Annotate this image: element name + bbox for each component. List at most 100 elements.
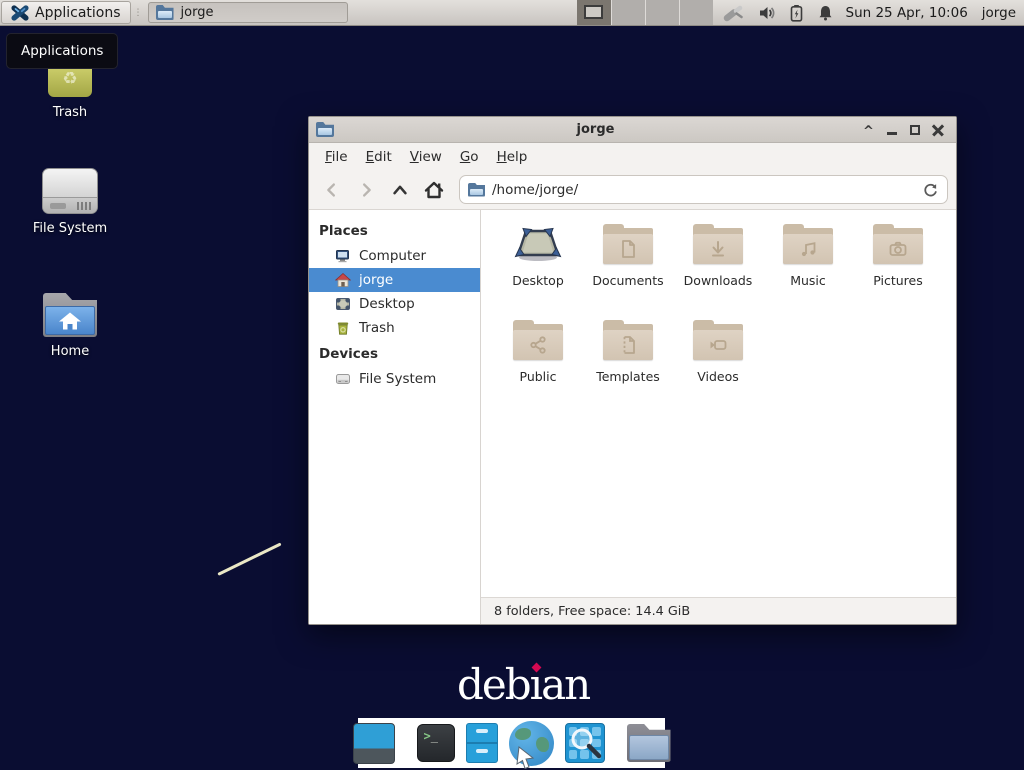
folder-item-pictures[interactable]: Pictures bbox=[853, 224, 943, 320]
dock-directory-menu-button[interactable] bbox=[627, 724, 671, 762]
workspace-window-preview bbox=[584, 5, 603, 19]
status-text: 8 folders, Free space: 14.4 GiB bbox=[494, 604, 690, 619]
back-icon bbox=[322, 180, 342, 200]
sidebar-item-label: Desktop bbox=[359, 296, 415, 312]
path-bar[interactable] bbox=[459, 175, 948, 204]
up-icon bbox=[390, 180, 410, 200]
folder-item-desktop[interactable]: Desktop bbox=[493, 224, 583, 320]
video-glyph bbox=[707, 334, 729, 356]
file-cabinet-icon bbox=[466, 723, 498, 763]
dock: >_ bbox=[358, 718, 665, 768]
computer-icon bbox=[335, 248, 351, 264]
workspace-2[interactable] bbox=[611, 0, 645, 25]
shade-button[interactable]: ^ bbox=[857, 119, 880, 141]
cursor-arrow-icon bbox=[515, 746, 537, 770]
desktop-folder-icon bbox=[513, 224, 563, 264]
sidebar-header-places: Places bbox=[309, 217, 480, 244]
dock-terminal-button[interactable]: >_ bbox=[417, 724, 455, 762]
applications-menu-button[interactable]: Applications bbox=[1, 1, 131, 24]
panel-separator-grip: ⋮ bbox=[132, 0, 144, 25]
folder-label: Music bbox=[790, 273, 826, 288]
dock-file-manager-button[interactable] bbox=[466, 723, 498, 763]
home-icon bbox=[423, 179, 445, 201]
dock-show-desktop-button[interactable] bbox=[353, 723, 395, 764]
home-icon bbox=[335, 272, 351, 288]
dock-web-browser-button[interactable] bbox=[509, 721, 554, 766]
home-button[interactable] bbox=[419, 175, 449, 205]
sidebar-item-label: File System bbox=[359, 371, 436, 387]
menu-view[interactable]: View bbox=[401, 145, 451, 169]
applications-tooltip: Applications bbox=[6, 33, 118, 69]
menu-file[interactable]: File bbox=[316, 145, 357, 169]
volume-icon[interactable] bbox=[758, 4, 776, 22]
forward-icon bbox=[356, 180, 376, 200]
panel-username: jorge bbox=[982, 5, 1016, 21]
file-manager-window: jorge ^ File Edit View Go Help bbox=[308, 116, 957, 625]
maximize-button[interactable] bbox=[903, 119, 926, 141]
path-input[interactable] bbox=[492, 182, 914, 198]
download-arrow-glyph bbox=[707, 238, 729, 260]
workspace-switcher bbox=[577, 0, 713, 25]
folder-icon bbox=[156, 5, 174, 20]
minimize-button[interactable] bbox=[880, 119, 903, 141]
up-button[interactable] bbox=[385, 175, 415, 205]
folder-icon bbox=[627, 724, 671, 762]
desktop-icon-home[interactable]: Home bbox=[15, 293, 125, 359]
window-titlebar[interactable]: jorge ^ bbox=[309, 117, 956, 143]
document-glyph bbox=[617, 238, 639, 260]
menu-bar: File Edit View Go Help bbox=[309, 143, 956, 170]
magnifier-icon bbox=[568, 726, 604, 762]
folder-item-downloads[interactable]: Downloads bbox=[673, 224, 763, 320]
reload-icon[interactable] bbox=[921, 181, 939, 199]
desktop-icon bbox=[335, 296, 351, 312]
menu-help[interactable]: Help bbox=[488, 145, 537, 169]
folder-icon bbox=[693, 224, 743, 264]
sidebar-item-trash[interactable]: Trash bbox=[309, 316, 480, 340]
dock-app-finder-button[interactable] bbox=[565, 723, 605, 763]
sidebar-item-label: Computer bbox=[359, 248, 426, 264]
removable-media-icon[interactable] bbox=[723, 4, 745, 22]
hard-drive-icon bbox=[335, 371, 351, 387]
house-icon bbox=[57, 311, 83, 331]
folder-icon bbox=[603, 224, 653, 264]
folder-icon bbox=[693, 320, 743, 360]
app-finder-icon bbox=[565, 723, 605, 763]
folder-item-public[interactable]: Public bbox=[493, 320, 583, 416]
folder-item-templates[interactable]: Templates bbox=[583, 320, 673, 416]
sidebar-item-file-system[interactable]: File System bbox=[309, 367, 480, 391]
sidebar-item-label: Trash bbox=[359, 320, 395, 336]
sidebar-item-desktop[interactable]: Desktop bbox=[309, 292, 480, 316]
panel-clock[interactable]: Sun 25 Apr, 10:06 bbox=[846, 5, 968, 21]
folder-item-videos[interactable]: Videos bbox=[673, 320, 763, 416]
folder-label: Public bbox=[520, 369, 557, 384]
file-grid[interactable]: Desktop Documents bbox=[481, 210, 956, 597]
workspace-4[interactable] bbox=[679, 0, 713, 25]
battery-charging-icon[interactable] bbox=[789, 4, 804, 22]
taskbar-window-button[interactable]: jorge bbox=[148, 2, 348, 23]
close-button[interactable] bbox=[926, 119, 949, 141]
menu-edit[interactable]: Edit bbox=[357, 145, 401, 169]
desktop-icon-file-system[interactable]: File System bbox=[15, 168, 125, 236]
forward-button[interactable] bbox=[351, 175, 381, 205]
sidebar-item-label: jorge bbox=[359, 272, 393, 288]
folder-label: Templates bbox=[596, 369, 660, 384]
window-title: jorge bbox=[334, 122, 857, 137]
workspace-1[interactable] bbox=[577, 0, 611, 25]
file-view: Desktop Documents bbox=[481, 210, 956, 624]
folder-icon bbox=[873, 224, 923, 264]
sidebar-item-computer[interactable]: Computer bbox=[309, 244, 480, 268]
back-button[interactable] bbox=[317, 175, 347, 205]
folder-label: Videos bbox=[697, 369, 739, 384]
folder-item-documents[interactable]: Documents bbox=[583, 224, 673, 320]
hard-drive-icon bbox=[42, 168, 98, 214]
folder-icon bbox=[513, 320, 563, 360]
folder-item-music[interactable]: Music bbox=[763, 224, 853, 320]
xfce-logo-icon bbox=[11, 4, 29, 22]
camera-glyph bbox=[887, 238, 909, 260]
sidebar-item-jorge[interactable]: jorge bbox=[309, 268, 480, 292]
notifications-icon[interactable] bbox=[817, 4, 834, 22]
desktop-artifact-line bbox=[217, 542, 281, 575]
menu-go[interactable]: Go bbox=[451, 145, 488, 169]
workspace-3[interactable] bbox=[645, 0, 679, 25]
home-folder-icon bbox=[43, 293, 97, 337]
